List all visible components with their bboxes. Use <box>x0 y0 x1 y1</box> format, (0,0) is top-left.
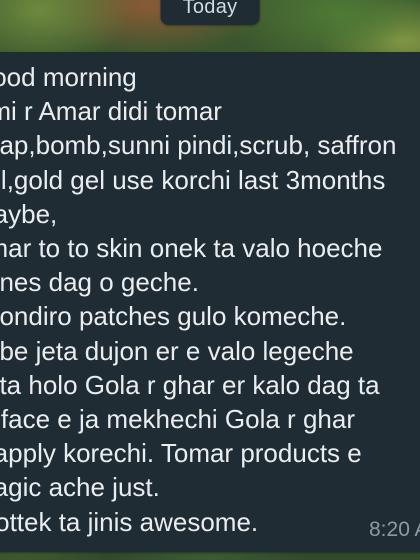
message-line: chondiro patches gulo komeche. <box>0 301 347 332</box>
date-separator: Today <box>160 0 260 25</box>
message-line: prottek ta jinis awesome. <box>0 506 259 537</box>
message-line: amar to to skin onek ta valo hoeche <box>0 233 383 264</box>
message-line: seta holo Gola r ghar er kalo dag ta <box>0 369 380 400</box>
message-line: Good morning <box>0 62 137 92</box>
message-line: acnes dag o geche. <box>0 267 199 298</box>
message-line: maybe, <box>0 198 58 229</box>
message-line: e apply korechi. Tomar products e <box>0 438 362 469</box>
message-line: magic ache just. <box>0 472 160 503</box>
message-timestamp: 8:20 AM <box>369 518 420 541</box>
message-line: gel,gold gel use korchi last 3months <box>0 164 386 195</box>
message-line: sobe jeta dujon er e valo legeche <box>0 335 354 366</box>
message-text: Good morning Ami r Amar didi tomar soap,… <box>0 60 396 539</box>
message-line: Ami r Amar didi tomar <box>0 96 222 127</box>
chat-screen: Today Good morning Ami r Amar didi tomar… <box>0 0 420 560</box>
message-line: soap,bomb,sunni pindi,scrub, saffron <box>0 130 397 161</box>
message-line: o, face e ja mekhechi Gola r ghar <box>0 404 355 435</box>
